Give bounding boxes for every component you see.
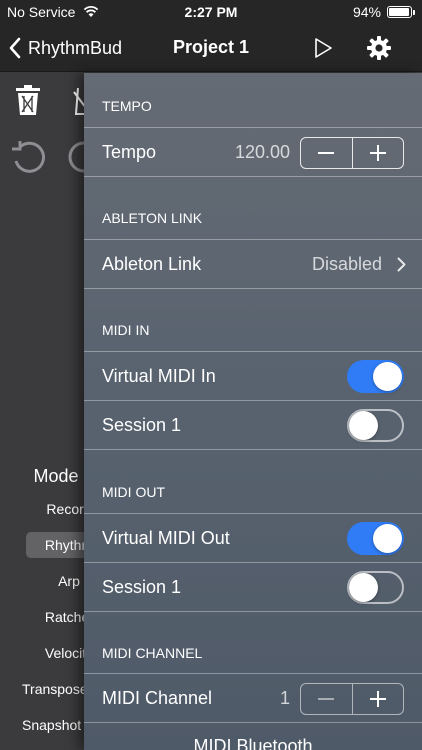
midi-out-session-label: Session 1 — [102, 577, 182, 597]
midi-out-virtual-row: Virtual MIDI Out — [84, 513, 422, 563]
navigation-bar: RhythmBud Project 1 — [0, 24, 422, 72]
battery-icon — [387, 6, 415, 18]
trash-icon[interactable] — [14, 84, 42, 116]
section-header-tempo: TEMPO — [102, 98, 152, 114]
tempo-decrement-button[interactable] — [301, 138, 352, 168]
midi-in-session-row: Session 1 — [84, 400, 422, 450]
midi-channel-decrement-button[interactable] — [301, 684, 352, 714]
midi-out-session-toggle[interactable] — [347, 571, 404, 604]
midi-out-virtual-label: Virtual MIDI Out — [102, 528, 230, 548]
midi-channel-stepper[interactable] — [300, 683, 404, 715]
status-bar: No Service 2:27 PM 94% — [0, 0, 422, 24]
midi-channel-increment-button[interactable] — [351, 684, 404, 714]
section-header-ableton-link: ABLETON LINK — [102, 210, 203, 226]
section-header-midi-out: MIDI OUT — [102, 484, 165, 500]
midi-channel-label: MIDI Channel — [102, 688, 213, 708]
midi-out-session-row: Session 1 — [84, 562, 422, 612]
midi-in-virtual-toggle[interactable] — [347, 360, 404, 393]
page-title: Project 1 — [172, 37, 250, 57]
section-header-midi-channel: MIDI CHANNEL — [102, 645, 203, 661]
battery-fill — [389, 8, 409, 16]
midi-in-session-toggle[interactable] — [347, 409, 404, 442]
ableton-link-value: Disabled — [311, 254, 382, 274]
tempo-increment-button[interactable] — [351, 138, 404, 168]
play-icon[interactable] — [312, 37, 334, 59]
settings-panel: TEMPO Tempo 120.00 ABLETON LINK Ableton … — [84, 73, 422, 750]
ableton-link-label: Ableton Link — [102, 254, 202, 274]
undo-icon[interactable] — [10, 139, 46, 175]
tempo-stepper[interactable] — [300, 137, 404, 169]
battery-percent: 94% — [352, 4, 381, 20]
midi-channel-value: 1 — [279, 688, 290, 708]
tempo-row: Tempo 120.00 — [84, 127, 422, 177]
midi-in-virtual-row: Virtual MIDI In — [84, 351, 422, 401]
tempo-label: Tempo — [102, 142, 157, 162]
gear-icon[interactable] — [366, 35, 392, 61]
midi-out-virtual-toggle[interactable] — [347, 522, 404, 555]
section-header-midi-in: MIDI IN — [102, 322, 150, 338]
midi-channel-row: MIDI Channel 1 — [84, 673, 422, 723]
tempo-value: 120.00 — [234, 142, 290, 162]
chevron-right-icon — [397, 257, 406, 272]
midi-in-virtual-label: Virtual MIDI In — [102, 366, 216, 386]
midi-in-session-label: Session 1 — [102, 415, 182, 435]
ableton-link-row[interactable]: Ableton Link Disabled — [84, 239, 422, 289]
midi-bluetooth-label[interactable]: MIDI Bluetooth — [84, 736, 422, 750]
